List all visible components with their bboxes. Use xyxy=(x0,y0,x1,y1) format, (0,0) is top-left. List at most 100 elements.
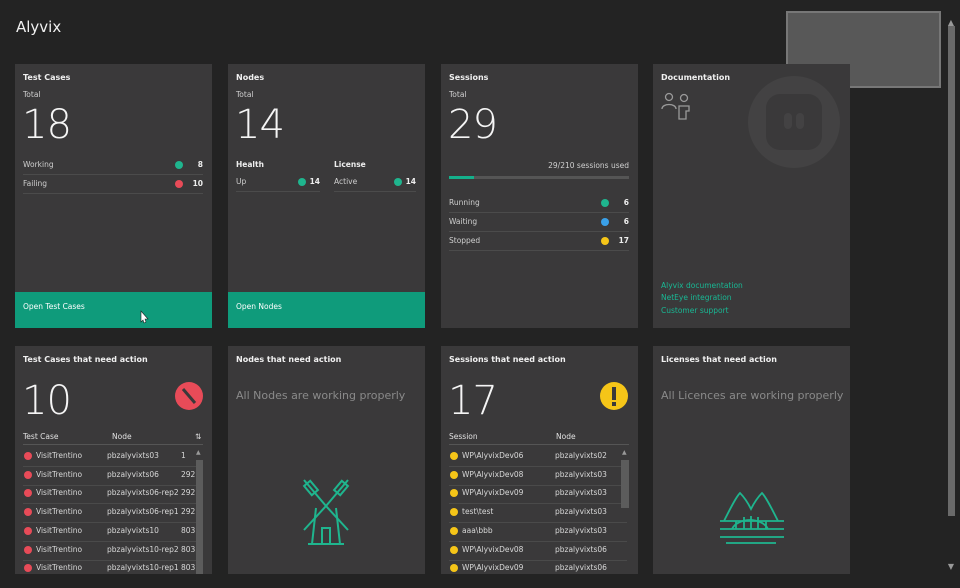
node-name: pbzalyvixts10 xyxy=(107,525,159,535)
button-label: Open Test Cases xyxy=(23,302,85,311)
stopped-icon xyxy=(450,526,458,535)
licenses-need-action-card: Licenses that need action All Licences a… xyxy=(653,346,850,574)
node-name: pbzalyvixts06 xyxy=(555,563,607,573)
table-row[interactable]: VisitTrentino pbzalyvixts03 1 xyxy=(23,447,201,467)
table-scroll-up-icon[interactable]: ▲ xyxy=(622,449,627,456)
windmill-icon xyxy=(302,479,350,545)
open-nodes-button[interactable]: Open Nodes xyxy=(228,292,425,328)
col-header-test-case[interactable]: Test Case xyxy=(23,432,59,441)
session-name: WP\AlyvixDev06 xyxy=(462,451,524,460)
failing-icon xyxy=(24,489,32,498)
node-name: pbzalyvixts06-rep1 xyxy=(107,507,179,517)
table-row[interactable]: test\test pbzalyvixts03 xyxy=(449,503,627,524)
table-row[interactable]: VisitTrentino pbzalyvixts06-rep1 292 xyxy=(23,503,201,524)
table-row[interactable]: WP\AlyvixDev08 pbzalyvixts06 xyxy=(449,541,627,561)
nodes-card: Nodes Total 14 Health License Up 14 Acti… xyxy=(228,64,425,328)
table-scroll-up-icon[interactable]: ▲ xyxy=(196,449,201,456)
table-row[interactable]: WP\AlyvixDev09 pbzalyvixts06 xyxy=(449,559,627,574)
working-icon xyxy=(175,161,183,169)
session-name: WP\AlyvixDev09 xyxy=(462,488,524,498)
stopped-icon xyxy=(450,508,458,517)
status-row-stopped: Stopped 17 xyxy=(449,232,629,251)
session-name: aaa\bbb xyxy=(462,525,493,535)
failing-icon xyxy=(24,564,32,573)
card-title: Nodes that need action xyxy=(236,355,342,364)
total-count: 18 xyxy=(22,102,72,148)
scroll-down-icon[interactable]: ▼ xyxy=(946,562,956,571)
test-cases-card: Test Cases Total 18 Working 8 Failing 10… xyxy=(15,64,212,328)
status-row-waiting: Waiting 6 xyxy=(449,213,629,232)
row-label: Failing xyxy=(23,179,47,188)
status-row-failing: Failing 10 xyxy=(23,175,203,194)
test-case-name: VisitTrentino xyxy=(36,488,83,498)
failing-icon xyxy=(24,452,32,460)
test-case-name: VisitTrentino xyxy=(36,469,83,479)
node-name: pbzalyvixts10-rep2 xyxy=(107,544,179,554)
row-count: 803 xyxy=(181,544,196,554)
node-name: pbzalyvixts06 xyxy=(107,469,159,479)
sort-icon[interactable]: ⇅ xyxy=(195,432,201,441)
row-label: Working xyxy=(23,160,54,169)
failing-icon xyxy=(175,180,183,188)
table-row[interactable]: VisitTrentino pbzalyvixts10-rep1 803 xyxy=(23,559,201,574)
row-value: 6 xyxy=(623,217,629,226)
table-row[interactable]: VisitTrentino pbzalyvixts06 292 xyxy=(23,466,201,486)
neteye-integration-link[interactable]: NetEye integration xyxy=(661,293,732,302)
session-name: test\test xyxy=(462,507,494,517)
row-value: 17 xyxy=(618,236,629,245)
row-value: 6 xyxy=(623,198,629,207)
total-count: 29 xyxy=(448,102,498,148)
mouse-cursor-icon xyxy=(140,310,149,324)
card-title: Test Cases xyxy=(23,73,71,82)
warning-icon xyxy=(600,382,628,410)
table-scrollbar-thumb[interactable] xyxy=(621,460,629,508)
sessions-progress-bar xyxy=(449,176,629,179)
license-heading: License xyxy=(334,160,366,169)
card-title: Nodes xyxy=(236,73,265,82)
row-label: Up xyxy=(236,177,247,186)
sessions-used-text: 29/210 sessions used xyxy=(548,161,629,170)
row-count: 1 xyxy=(181,451,186,460)
row-label: Stopped xyxy=(449,236,481,245)
table-row[interactable]: WP\AlyvixDev08 pbzalyvixts03 xyxy=(449,466,627,486)
col-header-node[interactable]: Node xyxy=(112,432,132,441)
total-count: 14 xyxy=(235,102,285,148)
tc-need-action-card: Test Cases that need action 10 Test Case… xyxy=(15,346,212,574)
node-name: pbzalyvixts03 xyxy=(555,469,607,479)
table-row[interactable]: VisitTrentino pbzalyvixts10-rep2 803 xyxy=(23,541,201,561)
test-case-name: VisitTrentino xyxy=(36,544,83,554)
open-test-cases-button[interactable]: Open Test Cases xyxy=(15,292,212,328)
status-message: All Licences are working properly xyxy=(661,389,844,402)
table-row[interactable]: VisitTrentino pbzalyvixts06-rep2 292 xyxy=(23,484,201,505)
node-name: pbzalyvixts03 xyxy=(555,488,607,498)
scrollbar-thumb[interactable] xyxy=(948,26,955,516)
row-count: 803 xyxy=(181,525,196,535)
sessions-need-action-card: Sessions that need action 17 Session Nod… xyxy=(441,346,638,574)
sessions-card: Sessions Total 29 29/210 sessions used R… xyxy=(441,64,638,328)
failing-icon xyxy=(24,526,32,535)
card-title: Licenses that need action xyxy=(661,355,777,364)
status-row-running: Running 6 xyxy=(449,194,629,213)
table-scrollbar-thumb[interactable] xyxy=(196,460,203,574)
action-count: 17 xyxy=(448,378,498,424)
col-header-session[interactable]: Session xyxy=(449,432,478,441)
check-icon xyxy=(298,178,306,186)
table-row[interactable]: WP\AlyvixDev09 pbzalyvixts03 xyxy=(449,484,627,505)
status-message: All Nodes are working properly xyxy=(236,389,406,402)
table-row[interactable]: WP\AlyvixDev06 pbzalyvixts02 xyxy=(449,447,627,467)
table-row[interactable]: VisitTrentino pbzalyvixts10 803 xyxy=(23,522,201,542)
node-name: pbzalyvixts10-rep1 xyxy=(107,563,179,573)
test-case-name: VisitTrentino xyxy=(36,563,83,573)
alyvix-robot-icon xyxy=(748,76,840,168)
row-value: 14 xyxy=(405,177,416,186)
stopped-icon xyxy=(450,470,458,479)
table-row[interactable]: aaa\bbb pbzalyvixts03 xyxy=(449,522,627,542)
row-value: 10 xyxy=(192,179,203,188)
page-scrollbar[interactable]: ▲ ▼ xyxy=(946,18,956,574)
col-header-node[interactable]: Node xyxy=(556,432,576,441)
row-label: Active xyxy=(334,177,358,186)
alyvix-documentation-link[interactable]: Alyvix documentation xyxy=(661,281,743,290)
progress-fill xyxy=(449,176,474,179)
customer-support-link[interactable]: Customer support xyxy=(661,306,729,315)
node-name: pbzalyvixts06 xyxy=(555,544,607,554)
